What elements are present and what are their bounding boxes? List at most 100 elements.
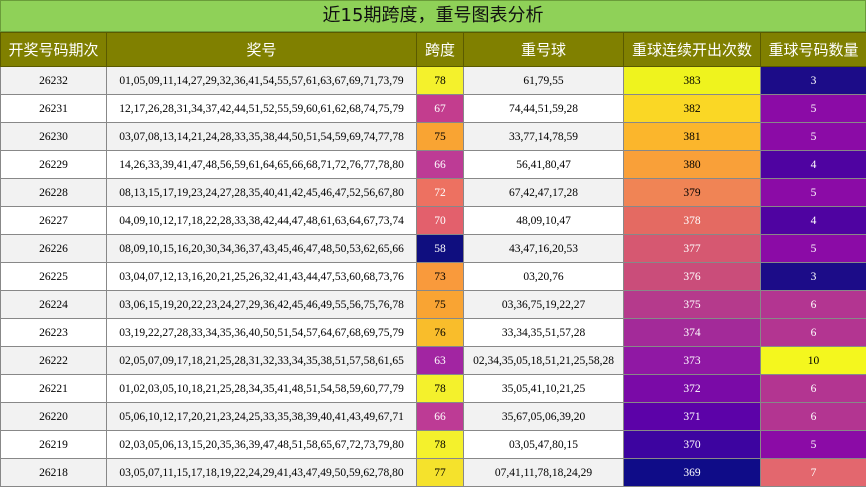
period-cell: 26223 [1,319,107,347]
repeat-cell: 35,05,41,10,21,25 [464,375,624,403]
header-period: 开奖号码期次 [1,33,107,67]
streak-cell: 375 [624,291,761,319]
streak-cell: 380 [624,151,761,179]
span-cell: 77 [417,459,464,487]
table-row: 2622403,06,15,19,20,22,23,24,27,29,36,42… [1,291,866,319]
span-cell: 58 [417,235,464,263]
numbers-cell: 02,05,07,09,17,18,21,25,28,31,32,33,34,3… [107,347,417,375]
numbers-cell: 01,05,09,11,14,27,29,32,36,41,54,55,57,6… [107,67,417,95]
span-cell: 78 [417,67,464,95]
table-row: 2623003,07,08,13,14,21,24,28,33,35,38,44… [1,123,866,151]
span-cell: 67 [417,95,464,123]
span-cell: 66 [417,403,464,431]
repeat-cell: 33,77,14,78,59 [464,123,624,151]
repeat-cell: 03,36,75,19,22,27 [464,291,624,319]
span-cell: 73 [417,263,464,291]
span-cell: 76 [417,319,464,347]
repeat-cell: 43,47,16,20,53 [464,235,624,263]
count-cell: 5 [761,431,866,459]
repeat-cell: 67,42,47,17,28 [464,179,624,207]
streak-cell: 374 [624,319,761,347]
count-cell: 6 [761,375,866,403]
span-cell: 75 [417,123,464,151]
page-title: 近15期跨度，重号图表分析 [0,0,866,32]
header-repeat: 重号球 [464,33,624,67]
period-cell: 26227 [1,207,107,235]
numbers-cell: 12,17,26,28,31,34,37,42,44,51,52,55,59,6… [107,95,417,123]
period-cell: 26228 [1,179,107,207]
header-count: 重球号码数量 [761,33,866,67]
streak-cell: 371 [624,403,761,431]
span-cell: 63 [417,347,464,375]
span-cell: 72 [417,179,464,207]
period-cell: 26221 [1,375,107,403]
streak-cell: 372 [624,375,761,403]
repeat-cell: 03,20,76 [464,263,624,291]
streak-cell: 376 [624,263,761,291]
table-row: 2623201,05,09,11,14,27,29,32,36,41,54,55… [1,67,866,95]
numbers-cell: 03,07,08,13,14,21,24,28,33,35,38,44,50,5… [107,123,417,151]
streak-cell: 378 [624,207,761,235]
span-cell: 78 [417,431,464,459]
repeat-cell: 33,34,35,51,57,28 [464,319,624,347]
repeat-cell: 48,09,10,47 [464,207,624,235]
repeat-cell: 56,41,80,47 [464,151,624,179]
table-header-row: 开奖号码期次 奖号 跨度 重号球 重球连续开出次数 重球号码数量 [1,33,866,67]
numbers-cell: 02,03,05,06,13,15,20,35,36,39,47,48,51,5… [107,431,417,459]
repeat-cell: 02,34,35,05,18,51,21,25,58,28 [464,347,624,375]
streak-cell: 373 [624,347,761,375]
table-row: 2622303,19,22,27,28,33,34,35,36,40,50,51… [1,319,866,347]
repeat-cell: 35,67,05,06,39,20 [464,403,624,431]
period-cell: 26226 [1,235,107,263]
span-cell: 78 [417,375,464,403]
numbers-cell: 03,06,15,19,20,22,23,24,27,29,36,42,45,4… [107,291,417,319]
numbers-cell: 08,13,15,17,19,23,24,27,28,35,40,41,42,4… [107,179,417,207]
numbers-cell: 08,09,10,15,16,20,30,34,36,37,43,45,46,4… [107,235,417,263]
count-cell: 7 [761,459,866,487]
count-cell: 4 [761,151,866,179]
table-row: 2622101,02,03,05,10,18,21,25,28,34,35,41… [1,375,866,403]
period-cell: 26220 [1,403,107,431]
streak-cell: 383 [624,67,761,95]
analysis-table: 开奖号码期次 奖号 跨度 重号球 重球连续开出次数 重球号码数量 2623201… [0,32,866,487]
count-cell: 5 [761,179,866,207]
streak-cell: 377 [624,235,761,263]
count-cell: 3 [761,263,866,291]
count-cell: 5 [761,95,866,123]
streak-cell: 379 [624,179,761,207]
count-cell: 6 [761,291,866,319]
streak-cell: 382 [624,95,761,123]
table-row: 2623112,17,26,28,31,34,37,42,44,51,52,55… [1,95,866,123]
span-cell: 75 [417,291,464,319]
table-row: 2622914,26,33,39,41,47,48,56,59,61,64,65… [1,151,866,179]
numbers-cell: 03,19,22,27,28,33,34,35,36,40,50,51,54,5… [107,319,417,347]
period-cell: 26231 [1,95,107,123]
streak-cell: 370 [624,431,761,459]
count-cell: 6 [761,403,866,431]
repeat-cell: 07,41,11,78,18,24,29 [464,459,624,487]
table-row: 2622005,06,10,12,17,20,21,23,24,25,33,35… [1,403,866,431]
period-cell: 26225 [1,263,107,291]
table-row: 2622608,09,10,15,16,20,30,34,36,37,43,45… [1,235,866,263]
count-cell: 3 [761,67,866,95]
table-row: 2622503,04,07,12,13,16,20,21,25,26,32,41… [1,263,866,291]
numbers-cell: 05,06,10,12,17,20,21,23,24,25,33,35,38,3… [107,403,417,431]
table-row: 2622202,05,07,09,17,18,21,25,28,31,32,33… [1,347,866,375]
table-row: 2622704,09,10,12,17,18,22,28,33,38,42,44… [1,207,866,235]
repeat-cell: 61,79,55 [464,67,624,95]
streak-cell: 381 [624,123,761,151]
repeat-cell: 74,44,51,59,28 [464,95,624,123]
span-cell: 66 [417,151,464,179]
period-cell: 26232 [1,67,107,95]
header-numbers: 奖号 [107,33,417,67]
repeat-cell: 03,05,47,80,15 [464,431,624,459]
numbers-cell: 03,05,07,11,15,17,18,19,22,24,29,41,43,4… [107,459,417,487]
streak-cell: 369 [624,459,761,487]
count-cell: 4 [761,207,866,235]
count-cell: 10 [761,347,866,375]
numbers-cell: 01,02,03,05,10,18,21,25,28,34,35,41,48,5… [107,375,417,403]
numbers-cell: 04,09,10,12,17,18,22,28,33,38,42,44,47,4… [107,207,417,235]
span-cell: 70 [417,207,464,235]
header-streak: 重球连续开出次数 [624,33,761,67]
table-row: 2622808,13,15,17,19,23,24,27,28,35,40,41… [1,179,866,207]
